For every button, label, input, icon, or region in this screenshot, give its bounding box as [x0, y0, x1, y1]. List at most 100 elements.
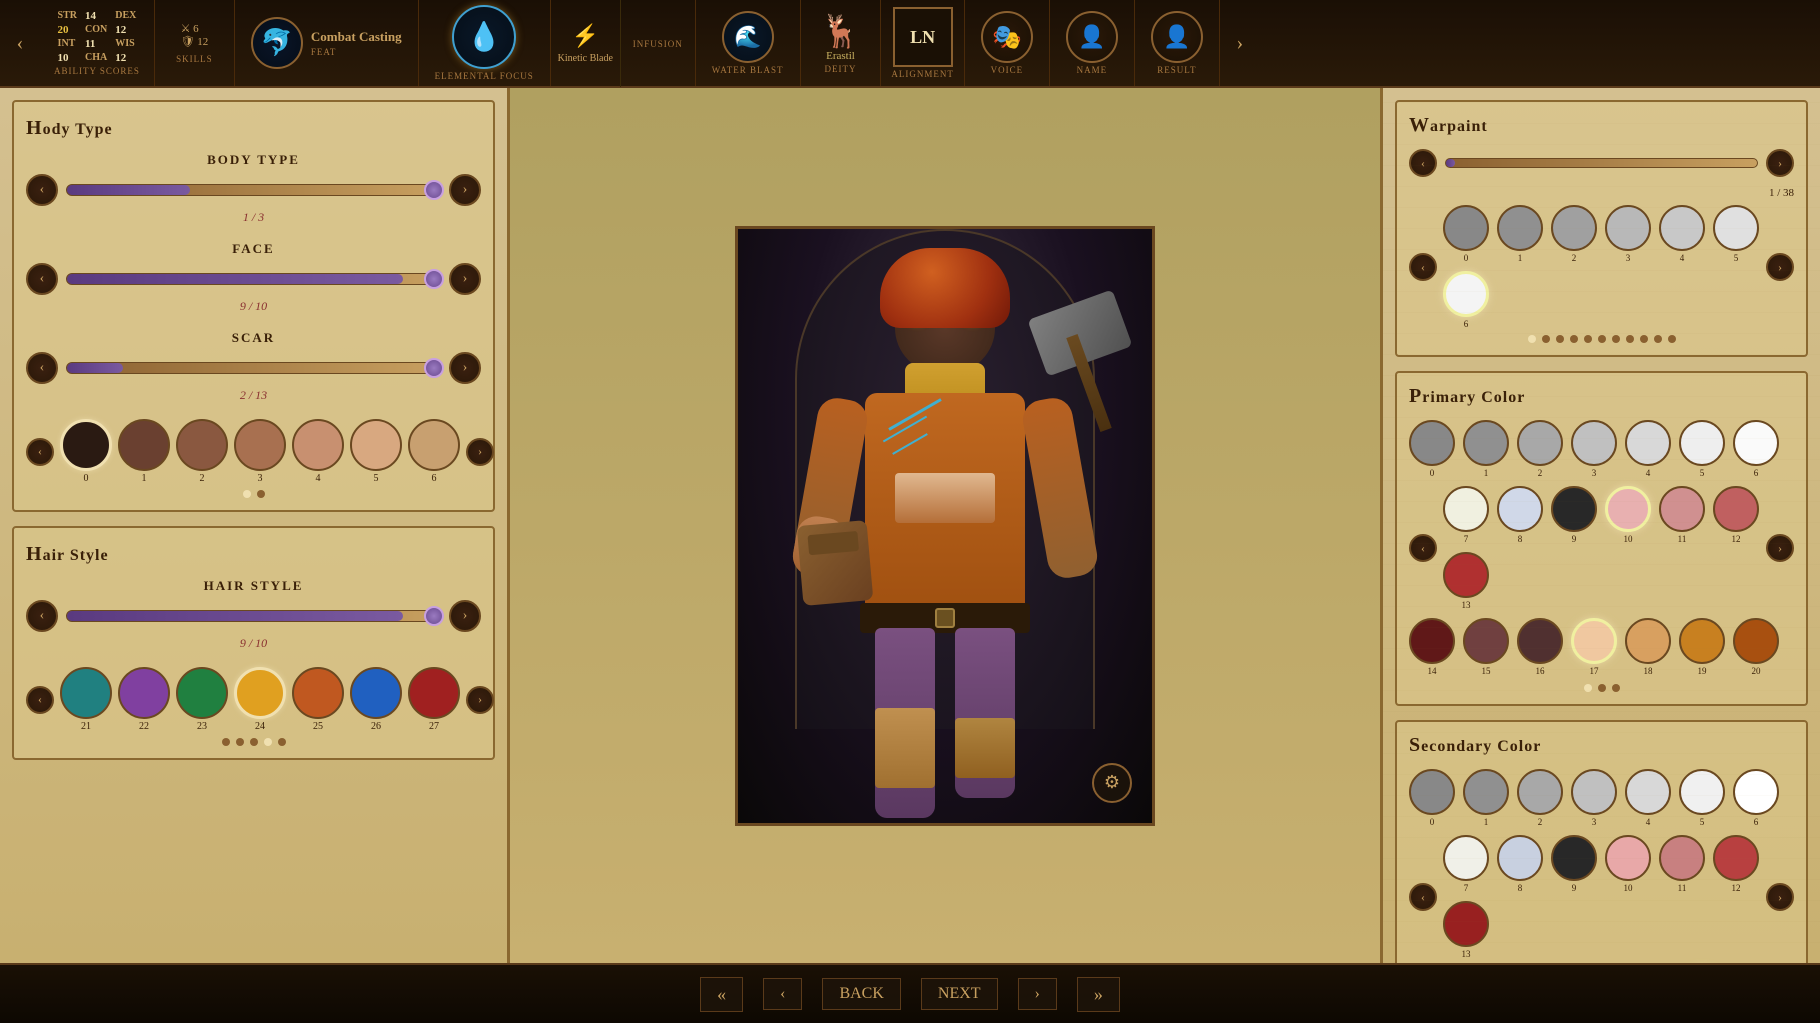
warpaint-dot-6[interactable] — [1598, 335, 1606, 343]
pc-circle-1[interactable] — [1463, 420, 1509, 466]
warpaint-dot-8[interactable] — [1626, 335, 1634, 343]
pc-circle-5[interactable] — [1679, 420, 1725, 466]
secondary-swatch-3[interactable]: 3 — [1571, 769, 1617, 827]
hair-dot-1[interactable] — [222, 738, 230, 746]
skin-swatch-2[interactable]: 2 — [176, 419, 228, 484]
primary-swatch-6[interactable]: 6 — [1733, 420, 1779, 478]
scar-track[interactable] — [66, 362, 441, 374]
alignment-section[interactable]: LN ALIGNMENT — [881, 0, 965, 86]
skin-swatch-4[interactable]: 4 — [292, 419, 344, 484]
gear-button[interactable]: ⚙ — [1092, 763, 1132, 803]
scar-next-button[interactable]: › — [449, 352, 481, 384]
hair-style-next-button[interactable]: › — [449, 600, 481, 632]
secondary-swatch-6[interactable]: 6 — [1733, 769, 1779, 827]
hair-swatch-23[interactable]: 23 — [176, 667, 228, 732]
primary-swatch-3[interactable]: 3 — [1571, 420, 1617, 478]
pc-circle-18[interactable] — [1625, 618, 1671, 664]
secondary-swatch-5[interactable]: 5 — [1679, 769, 1725, 827]
skin-circle-4[interactable] — [292, 419, 344, 471]
voice-button[interactable]: 🎭 VOICE — [965, 0, 1050, 86]
warpaint-swatch-4[interactable]: 4 — [1659, 205, 1705, 263]
pc-circle-11[interactable] — [1659, 486, 1705, 532]
sc-circle-5[interactable] — [1679, 769, 1725, 815]
warpaint-circle-3[interactable] — [1605, 205, 1651, 251]
warpaint-circle-1[interactable] — [1497, 205, 1543, 251]
pc-circle-17[interactable] — [1571, 618, 1617, 664]
secondary-swatch-9[interactable]: 9 — [1551, 835, 1597, 893]
warpaint-circle-0[interactable] — [1443, 205, 1489, 251]
deity-section[interactable]: 🦌 Erastil DEITY — [801, 0, 882, 86]
warpaint-circle-6[interactable] — [1443, 271, 1489, 317]
skin-circle-1[interactable] — [118, 419, 170, 471]
pc-circle-16[interactable] — [1517, 618, 1563, 664]
skip-back-button[interactable]: « — [700, 977, 743, 1012]
body-type-track[interactable] — [66, 184, 441, 196]
kinetic-blade-button[interactable]: ⚡ Kinetic Blade — [551, 0, 621, 87]
secondary-swatch-12[interactable]: 12 — [1713, 835, 1759, 893]
hair-swatch-25[interactable]: 25 — [292, 667, 344, 732]
skin-circle-3[interactable] — [234, 419, 286, 471]
primary-swatch-2[interactable]: 2 — [1517, 420, 1563, 478]
sc-circle-9[interactable] — [1551, 835, 1597, 881]
hair-circle-24[interactable] — [234, 667, 286, 719]
skin-dot-2[interactable] — [257, 490, 265, 498]
warpaint-dot-3[interactable] — [1556, 335, 1564, 343]
primary-color-prev[interactable]: ‹ — [1409, 534, 1437, 562]
face-track[interactable] — [66, 273, 441, 285]
hair-circle-25[interactable] — [292, 667, 344, 719]
warpaint-swatch-0[interactable]: 0 — [1443, 205, 1489, 263]
body-type-next-button[interactable]: › — [449, 174, 481, 206]
warpaint-dot-10[interactable] — [1654, 335, 1662, 343]
forward-button[interactable]: › — [1018, 978, 1057, 1010]
skin-circle-5[interactable] — [350, 419, 402, 471]
skin-swatch-5[interactable]: 5 — [350, 419, 402, 484]
hair-circle-27[interactable] — [408, 667, 460, 719]
hair-circle-26[interactable] — [350, 667, 402, 719]
skin-swatch-3[interactable]: 3 — [234, 419, 286, 484]
sc-circle-1[interactable] — [1463, 769, 1509, 815]
sc-circle-0[interactable] — [1409, 769, 1455, 815]
warpaint-swatch-6[interactable]: 6 — [1443, 271, 1489, 329]
skin-circle-0[interactable] — [60, 419, 112, 471]
warpaint-dot-2[interactable] — [1542, 335, 1550, 343]
warpaint-dot-9[interactable] — [1640, 335, 1648, 343]
primary-swatch-9[interactable]: 9 — [1551, 486, 1597, 544]
secondary-color-next[interactable]: › — [1766, 883, 1794, 911]
pc-circle-4[interactable] — [1625, 420, 1671, 466]
secondary-swatch-10[interactable]: 10 — [1605, 835, 1651, 893]
sc-circle-7[interactable] — [1443, 835, 1489, 881]
warpaint-circle-4[interactable] — [1659, 205, 1705, 251]
sc-circle-11[interactable] — [1659, 835, 1705, 881]
hair-prev-button[interactable]: ‹ — [26, 686, 54, 714]
primary-swatch-0[interactable]: 0 — [1409, 420, 1455, 478]
warpaint-swatch-3[interactable]: 3 — [1605, 205, 1651, 263]
skin-swatch-1[interactable]: 1 — [118, 419, 170, 484]
skin-next-button[interactable]: › — [466, 438, 494, 466]
prev-button[interactable]: ‹ — [763, 978, 802, 1010]
warpaint-prev-button[interactable]: ‹ — [1409, 149, 1437, 177]
pc-circle-7[interactable] — [1443, 486, 1489, 532]
primary-swatch-18[interactable]: 18 — [1625, 618, 1671, 676]
primary-swatch-17[interactable]: 17 — [1571, 618, 1617, 676]
hair-circle-23[interactable] — [176, 667, 228, 719]
primary-swatch-14[interactable]: 14 — [1409, 618, 1455, 676]
warpaint-swatch-next[interactable]: › — [1766, 253, 1794, 281]
feat-section[interactable]: 🐬 Combat Casting FEAT — [235, 0, 419, 86]
secondary-swatch-4[interactable]: 4 — [1625, 769, 1671, 827]
primary-swatch-10[interactable]: 10 — [1605, 486, 1651, 544]
pc-circle-14[interactable] — [1409, 618, 1455, 664]
sc-circle-13[interactable] — [1443, 901, 1489, 947]
hair-circle-22[interactable] — [118, 667, 170, 719]
pc-circle-0[interactable] — [1409, 420, 1455, 466]
scar-prev-button[interactable]: ‹ — [26, 352, 58, 384]
hair-dot-4[interactable] — [264, 738, 272, 746]
skin-circle-2[interactable] — [176, 419, 228, 471]
hair-style-prev-button[interactable]: ‹ — [26, 600, 58, 632]
warpaint-swatch-2[interactable]: 2 — [1551, 205, 1597, 263]
primary-swatch-12[interactable]: 12 — [1713, 486, 1759, 544]
face-next-button[interactable]: › — [449, 263, 481, 295]
body-type-prev-button[interactable]: ‹ — [26, 174, 58, 206]
sc-circle-6[interactable] — [1733, 769, 1779, 815]
hair-swatch-26[interactable]: 26 — [350, 667, 402, 732]
primary-swatch-19[interactable]: 19 — [1679, 618, 1725, 676]
